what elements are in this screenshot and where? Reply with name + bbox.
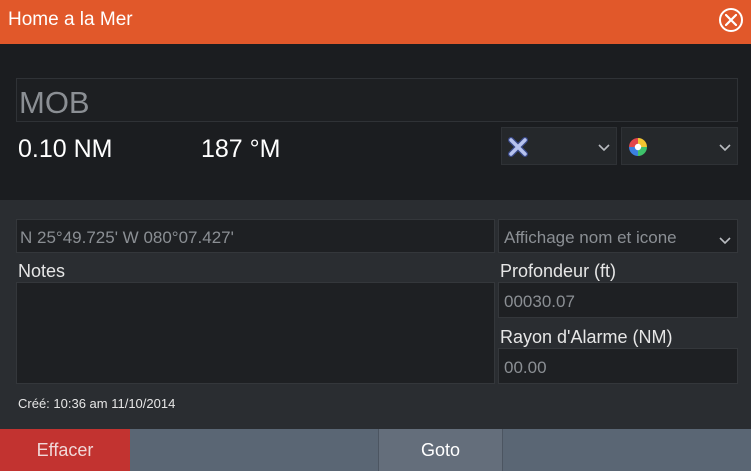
position-field[interactable]: N 25°49.725' W 080°07.427' xyxy=(16,219,495,253)
created-timestamp: Créé: 10:36 am 11/10/2014 xyxy=(18,396,176,411)
waypoint-summary-panel xyxy=(0,44,751,200)
color-dropdown[interactable] xyxy=(621,127,738,165)
chevron-down-icon xyxy=(598,140,610,158)
color-wheel-icon xyxy=(628,137,648,162)
depth-label: Profondeur (ft) xyxy=(500,261,617,281)
bearing-readout: 187 °M xyxy=(201,135,281,163)
alarm-radius-input[interactable]: 00.00 xyxy=(498,348,738,384)
goto-button[interactable]: Goto xyxy=(378,429,503,471)
alarm-radius-label: Rayon d'Alarme (NM) xyxy=(500,327,673,347)
chevron-down-icon xyxy=(719,231,731,251)
symbol-dropdown[interactable] xyxy=(501,127,617,165)
display-option-value: Affichage nom et icone xyxy=(504,228,677,247)
chevron-down-icon xyxy=(719,140,731,158)
window-title: Home a la Mer xyxy=(8,9,133,30)
distance-readout: 0.10 NM xyxy=(18,135,113,163)
notes-textarea[interactable] xyxy=(16,282,495,384)
crossed-x-icon xyxy=(508,137,528,162)
display-option-dropdown[interactable]: Affichage nom et icone xyxy=(498,219,738,253)
title-bar: Home a la Mer xyxy=(0,0,751,44)
close-icon[interactable] xyxy=(719,8,743,32)
notes-label: Notes xyxy=(18,261,66,281)
depth-input[interactable]: 00030.07 xyxy=(498,282,738,318)
waypoint-name-input[interactable]: MOB xyxy=(16,78,738,122)
delete-button[interactable]: Effacer xyxy=(0,429,130,471)
